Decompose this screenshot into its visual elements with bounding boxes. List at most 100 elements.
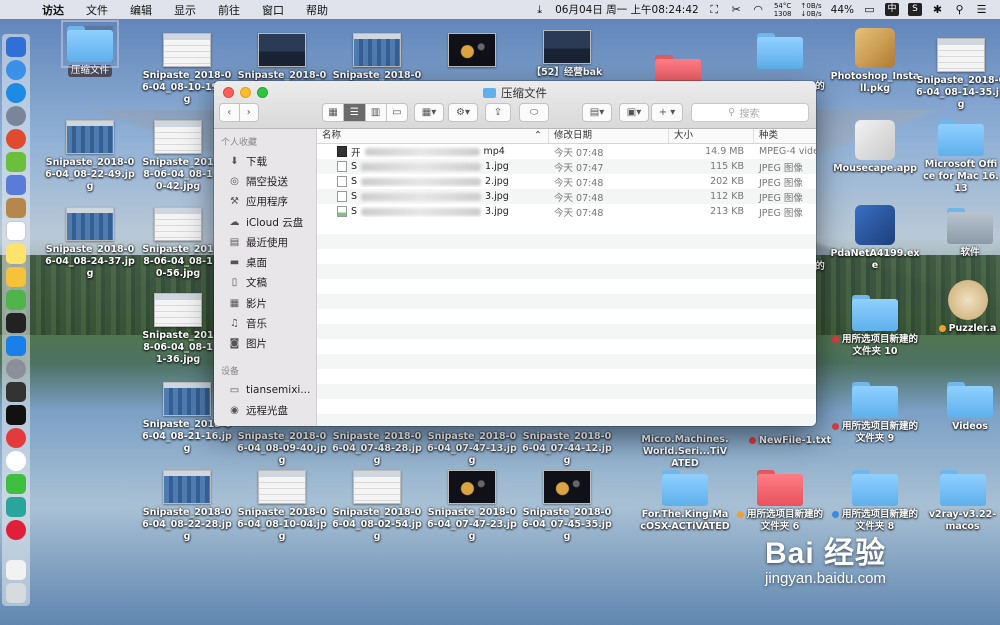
archive-button[interactable]: ▣▾ [619, 103, 649, 122]
empty-list-area[interactable] [317, 219, 816, 426]
screenshot-icon[interactable]: ✂ [730, 3, 743, 16]
fullscreen-icon[interactable]: ⛶ [708, 3, 721, 16]
menu-view[interactable]: 显示 [174, 2, 196, 18]
reminders-dock-icon[interactable] [6, 267, 26, 287]
sidebar-item-icloud[interactable]: ☁ iCloud 云盘 [214, 212, 316, 232]
netease-music-dock-icon[interactable] [6, 520, 26, 540]
file-row[interactable]: S 3.jpg 今天 07:48 213 KB JPEG 图像 [317, 204, 816, 219]
menu-go[interactable]: 前往 [218, 2, 240, 18]
desktop-folder-micro-machines[interactable]: Micro.Machines.World.Seri...TiVATED [640, 431, 730, 470]
desktop-file-screenshot[interactable]: Snipaste_2018-06-04_07-47-23.jpg [427, 470, 517, 543]
notes-dock-icon[interactable] [6, 244, 26, 264]
file-row[interactable]: S 3.jpg 今天 07:48 112 KB JPEG 图像 [317, 189, 816, 204]
calendar-dock-icon[interactable] [6, 221, 26, 241]
desktop-folder-new8[interactable]: 用所选项目新建的文件夹 8 [830, 470, 920, 533]
desktop-folder-software[interactable]: 软件 [925, 208, 1000, 259]
desktop-file-screenshot[interactable]: Snipaste_2018-06-04_08-02-54.jpg [332, 470, 422, 543]
gallery-view-button[interactable]: ▭ [387, 104, 407, 121]
sidebar-item-downloads[interactable]: ⬇ 下载 [214, 151, 316, 171]
battery-percent[interactable]: 44% [831, 4, 854, 16]
desktop-folder-videos[interactable]: Videos [925, 382, 1000, 433]
search-field[interactable]: ⚲ 搜索 [691, 103, 809, 122]
apple-icon[interactable] [14, 3, 26, 16]
desktop-file-newfile[interactable]: NewFile-1.txt [745, 432, 835, 447]
android-dock-icon[interactable] [6, 152, 26, 172]
desktop-file-screenshot[interactable] [427, 33, 517, 67]
back-button[interactable]: ‹ [220, 104, 240, 121]
sidebar-item-recents[interactable]: ▤ 最近使用 [214, 232, 316, 252]
temperature-indicator[interactable]: 54°C 1308 [774, 2, 792, 18]
desktop-file-screenshot[interactable]: Snipaste_2018-06-04_07-44-12.jpg [522, 428, 612, 467]
network-speed-indicator[interactable]: ↑0B/s ↓0B/s [801, 2, 822, 18]
sidebar-item-applications[interactable]: ⚒ 应用程序 [214, 192, 316, 212]
share-button[interactable]: ⇪ [485, 103, 511, 122]
action-button[interactable]: ⚙▾ [448, 103, 478, 122]
siri-dock-icon[interactable] [6, 60, 26, 80]
file-row[interactable]: S 1.jpg 今天 07:47 115 KB JPEG 图像 [317, 159, 816, 174]
menu-window[interactable]: 窗口 [262, 2, 284, 18]
sidebar-item-pictures[interactable]: ◙ 图片 [214, 334, 316, 354]
launchpad-dock-icon[interactable] [6, 106, 26, 126]
desktop-folder-new10[interactable]: 用所选项目新建的文件夹 10 [830, 295, 920, 358]
desktop-exe-pdanet[interactable]: PdaNetA4199.exe [830, 205, 920, 272]
desktop-file-screenshot[interactable]: Snipaste_2018-06-04_07-45-35.jpg [522, 470, 612, 543]
preview-dock-icon[interactable] [6, 175, 26, 195]
menu-help[interactable]: 帮助 [306, 2, 328, 18]
new-document-button[interactable]: ▤▾ [582, 103, 612, 122]
bluetooth-icon[interactable]: ✱ [931, 3, 944, 16]
finder-dock-icon[interactable] [6, 37, 26, 57]
desktop-file-screenshot[interactable]: Snipaste_2018-06-04_08-24-37.jpg [45, 207, 135, 280]
sidebar-item-documents[interactable]: ▯ 文稿 [214, 273, 316, 293]
desktop-folder-new6[interactable]: 用所选项目新建的文件夹 6 [735, 470, 825, 533]
download-tray-icon[interactable]: ⤓ [533, 3, 546, 16]
app-store-dock-icon[interactable] [6, 336, 26, 356]
wechat-dock-icon[interactable] [6, 474, 26, 494]
battery-icon[interactable]: ▭ [863, 3, 876, 16]
sidebar-item-music[interactable]: ♫ 音乐 [214, 313, 316, 333]
menu-edit[interactable]: 编辑 [130, 2, 152, 18]
sidebar-item-remote-disc[interactable]: ◉ 远程光盘 [214, 400, 316, 420]
desktop-file-screenshot[interactable]: Snipaste_2018-06-04_08-10-42.jpg [142, 120, 214, 193]
list-view-button[interactable]: ☰ [344, 104, 366, 121]
desktop-folder-for-the-king[interactable]: For.The.King.MacOSX-ACTiVATED [640, 470, 730, 533]
desktop-file-screenshot[interactable]: Snipaste_2018-06-04_08-22-28.jpg [142, 470, 232, 543]
wifi-icon[interactable]: ◠ [752, 3, 765, 16]
menu-finder[interactable]: 访达 [42, 2, 64, 18]
document-dock-icon[interactable] [6, 560, 26, 580]
terminal-dock-icon[interactable] [6, 313, 26, 333]
desktop-folder-new9[interactable]: 用所选项目新建的文件夹 9 [830, 382, 920, 445]
column-date-header[interactable]: 修改日期 [549, 129, 669, 143]
system-preferences-dock-icon[interactable] [6, 359, 26, 379]
sidebar-item-desktop[interactable]: ▬ 桌面 [214, 252, 316, 272]
desktop-app-mousecape[interactable]: Mousecape.app [830, 120, 920, 175]
add-button[interactable]: + ▾ [651, 103, 683, 122]
desktop-app-puzzler[interactable]: Puzzler.a [935, 280, 1000, 335]
tag-button[interactable]: ⬭ [519, 103, 549, 122]
window-titlebar[interactable]: 压缩文件 ‹ › ▦ ☰ ▥ ▭ ▦▾ ⚙▾ ⇪ ⬭ ▤▾ ▣▾ + ▾ ⚲ 搜索 [214, 81, 816, 129]
vivaldi-dock-icon[interactable] [6, 428, 26, 448]
column-name-header[interactable]: 名称 ⌃ [317, 129, 549, 143]
desktop-folder[interactable] [735, 33, 825, 69]
sidebar-item-airdrop[interactable]: ◎ 隔空投送 [214, 171, 316, 191]
spotlight-icon[interactable]: ⚲ [953, 3, 966, 16]
desktop-file-screenshot[interactable]: Snipaste_2018-06-04_07-47-13.jpg [427, 428, 517, 467]
desktop-file-screenshot[interactable]: Snipaste_2018-06-04_08-10-56.jpg [142, 207, 214, 280]
desktop-folder-v2ray[interactable]: v2ray-v3.22-macos [925, 470, 1000, 533]
app-s-icon[interactable]: S [908, 3, 922, 16]
maps-dock-icon[interactable] [6, 290, 26, 310]
safari-dock-icon[interactable] [6, 83, 26, 103]
desktop-file-screenshot[interactable]: Snipaste_2018-06-04_08-22-49.jpg [45, 120, 135, 193]
column-size-header[interactable]: 大小 [669, 129, 754, 143]
notification-center-icon[interactable]: ☰ [975, 3, 988, 16]
desktop-file-screenshot[interactable]: Snipaste_2018-06-04_08-11-36.jpg [142, 293, 214, 366]
file-row[interactable]: S 2.jpg 今天 07:48 202 KB JPEG 图像 [317, 174, 816, 189]
forward-button[interactable]: › [240, 104, 259, 121]
desktop-file-screenshot[interactable]: Snipaste_2018-06-04_08-14-35.jpg [916, 38, 1000, 111]
trash-dock-icon[interactable] [6, 583, 26, 603]
menubar-datetime[interactable]: 06月04日 周一 上午08:24:42 [555, 2, 699, 17]
desktop-file-screenshot[interactable]: 【52】经营bak [522, 30, 612, 79]
desktop-folder-compressed[interactable]: 压缩文件 [45, 20, 135, 77]
desktop-folder-office[interactable]: Microsoft Office for Mac 16.13 [922, 120, 1000, 195]
sidebar-item-disk[interactable]: ▭ tiansemixi... [214, 380, 316, 400]
input-method-icon[interactable]: 中 [885, 3, 899, 16]
